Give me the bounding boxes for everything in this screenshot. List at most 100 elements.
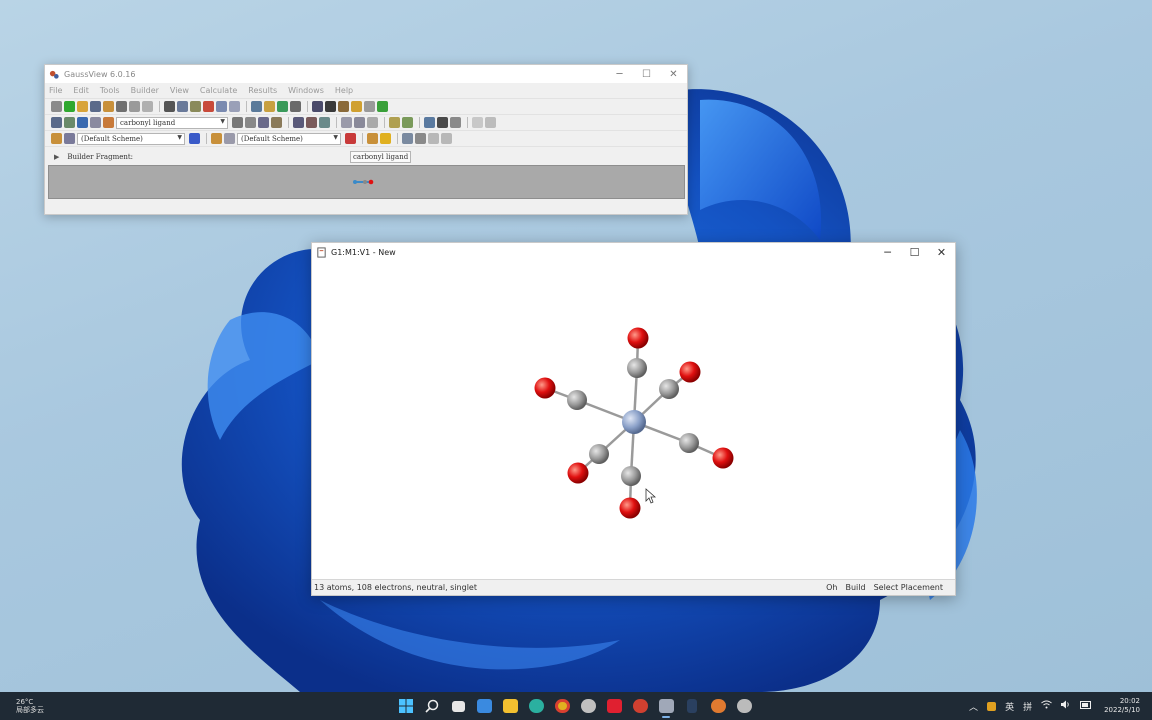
volume-icon[interactable] (1061, 700, 1071, 712)
oxygen-atom[interactable] (627, 327, 649, 349)
oxygen-atom[interactable] (619, 497, 641, 519)
point-group-icon[interactable] (424, 117, 435, 128)
copy-view-icon[interactable] (472, 117, 483, 128)
tile-view-icon[interactable] (485, 117, 496, 128)
ime-mode[interactable]: 拼 (1023, 700, 1032, 713)
bond-icon[interactable] (232, 117, 243, 128)
oxygen-atom[interactable] (567, 462, 589, 484)
expand-triangle-icon[interactable]: ▶ (54, 153, 59, 161)
new-file-icon[interactable] (51, 101, 62, 112)
fragment-combo[interactable]: carbonyl ligand ▼ (116, 116, 228, 129)
metal-atom[interactable] (622, 410, 646, 434)
carbon-atom[interactable] (621, 466, 641, 486)
inquire-icon[interactable] (271, 117, 282, 128)
view-minimize-button[interactable]: ─ (874, 243, 901, 262)
view-maximize-button[interactable]: ☐ (901, 243, 928, 262)
taskbar-edge[interactable] (523, 692, 549, 720)
rotate-icon[interactable] (367, 117, 378, 128)
element-icon[interactable] (51, 117, 62, 128)
carbon-atom[interactable] (627, 358, 647, 378)
carbon-atom[interactable] (679, 433, 699, 453)
delete-atom-icon[interactable] (306, 117, 317, 128)
grid-icon[interactable] (142, 101, 153, 112)
menu-view[interactable]: View (170, 86, 189, 95)
save-icon[interactable] (90, 101, 101, 112)
view-icon[interactable] (364, 101, 375, 112)
view-close-button[interactable]: ✕ (928, 243, 955, 262)
carbon-atom[interactable] (589, 444, 609, 464)
preferences-icon[interactable] (129, 101, 140, 112)
biological-icon[interactable] (90, 117, 101, 128)
minimize-button[interactable]: ─ (606, 65, 633, 83)
taskbar-app-gear[interactable] (731, 692, 757, 720)
undo-icon[interactable] (216, 101, 227, 112)
taskbar-app-star[interactable] (705, 692, 731, 720)
ring-tool-icon[interactable] (351, 101, 362, 112)
menu-file[interactable]: File (49, 86, 62, 95)
custom-fragment-icon[interactable] (103, 117, 114, 128)
oxygen-atom[interactable] (679, 361, 701, 383)
redo-icon[interactable] (229, 101, 240, 112)
taskbar-task-view[interactable] (445, 692, 471, 720)
save-view-icon[interactable] (367, 133, 378, 144)
search-icon[interactable] (354, 117, 365, 128)
tray-app-icon[interactable] (987, 701, 997, 711)
add-icon[interactable] (64, 101, 75, 112)
r-label-icon[interactable] (325, 101, 336, 112)
carbon-atom[interactable] (659, 379, 679, 399)
arrow-left-icon[interactable] (428, 133, 439, 144)
clean-icon[interactable] (264, 101, 275, 112)
menu-edit[interactable]: Edit (73, 86, 89, 95)
ring-fragment-icon[interactable] (64, 117, 75, 128)
menu-windows[interactable]: Windows (288, 86, 324, 95)
select-atoms-icon[interactable] (389, 117, 400, 128)
r-group-icon[interactable] (77, 117, 88, 128)
align-icon[interactable] (290, 101, 301, 112)
add-valence-icon[interactable] (293, 117, 304, 128)
taskbar-file-explorer[interactable] (497, 692, 523, 720)
display-format-2-icon[interactable] (224, 133, 235, 144)
taskbar-gaussview[interactable] (653, 692, 679, 720)
mirror-icon[interactable] (402, 117, 413, 128)
menu-builder[interactable]: Builder (131, 86, 159, 95)
clock[interactable]: 20:02 2022/5/10 (1104, 697, 1140, 715)
color-scheme-icon[interactable] (51, 133, 62, 144)
constraint-icon[interactable] (437, 117, 448, 128)
sphere-icon[interactable] (189, 133, 200, 144)
start-button[interactable] (393, 692, 419, 720)
taskbar-search[interactable] (419, 692, 445, 720)
cut-icon[interactable] (164, 101, 175, 112)
link-views-icon[interactable] (402, 133, 413, 144)
menu-results[interactable]: Results (248, 86, 277, 95)
window-grid-icon[interactable] (415, 133, 426, 144)
select-icon[interactable] (251, 101, 262, 112)
arrow-right-icon[interactable] (441, 133, 452, 144)
molecule-canvas[interactable] (312, 262, 955, 579)
zoom-icon[interactable] (341, 117, 352, 128)
run-icon[interactable] (377, 101, 388, 112)
main-titlebar[interactable]: GaussView 6.0.16 ─ ☐ ✕ (45, 65, 687, 83)
atom-label-icon[interactable] (312, 101, 323, 112)
angle-icon[interactable] (245, 117, 256, 128)
fragment-preview[interactable] (48, 165, 685, 199)
rebond-icon[interactable] (319, 117, 330, 128)
menu-calculate[interactable]: Calculate (200, 86, 237, 95)
menu-tools[interactable]: Tools (100, 86, 120, 95)
red-sphere-icon[interactable] (345, 133, 356, 144)
close-button[interactable]: ✕ (660, 65, 687, 83)
paste-icon[interactable] (190, 101, 201, 112)
open-folder-icon[interactable] (77, 101, 88, 112)
battery-icon[interactable] (1080, 700, 1092, 712)
light-icon[interactable] (380, 133, 391, 144)
copy-icon[interactable] (177, 101, 188, 112)
menu-help[interactable]: Help (335, 86, 353, 95)
display-format-icon[interactable] (64, 133, 75, 144)
symmetrize-icon[interactable] (277, 101, 288, 112)
taskbar-chrome[interactable] (549, 692, 575, 720)
maximize-button[interactable]: ☐ (633, 65, 660, 83)
bond-tool-icon[interactable] (338, 101, 349, 112)
weather-widget[interactable]: 26°C 局部多云 (16, 698, 44, 714)
print-icon[interactable] (103, 101, 114, 112)
taskbar-app-dark[interactable] (679, 692, 705, 720)
taskbar-widgets[interactable] (471, 692, 497, 720)
